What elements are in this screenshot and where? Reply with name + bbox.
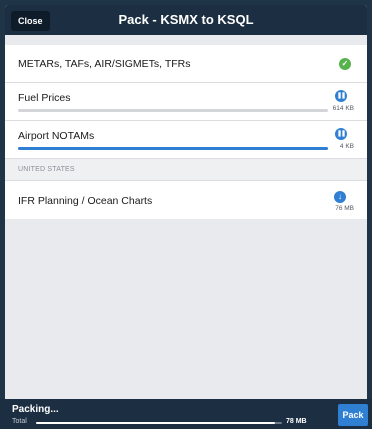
section-header-label: UNITED STATES: [18, 166, 75, 173]
file-size: 614 KB: [332, 105, 354, 112]
progress-track: [18, 147, 328, 150]
list-item-airport-notams[interactable]: Airport NOTAMs ❚❚ 4 KB: [5, 121, 367, 159]
total-size: 78 MB: [286, 418, 307, 425]
pack-panel: Close Pack - KSMX to KSQL METARs, TAFs, …: [5, 5, 367, 423]
total-progress-track: [36, 422, 282, 424]
section-header: UNITED STATES: [5, 159, 367, 181]
pause-icon[interactable]: ❚❚: [335, 128, 347, 140]
list-item-ifr-charts[interactable]: IFR Planning / Ocean Charts ↓ 76 MB: [5, 181, 367, 219]
download-icon[interactable]: ↓: [334, 191, 346, 203]
total-label: Total: [12, 418, 27, 425]
header-bar: Close Pack - KSMX to KSQL: [5, 5, 367, 35]
list-item-label: METARs, TAFs, AIR/SIGMETs, TFRs: [18, 58, 191, 70]
file-size: 4 KB: [339, 143, 354, 150]
progress-fill: [18, 147, 328, 150]
pack-button[interactable]: Pack: [338, 404, 368, 426]
packing-status: Packing...: [12, 404, 59, 415]
check-icon: ✓: [339, 58, 351, 70]
list-item-label: Fuel Prices: [18, 92, 71, 104]
list-item-weather[interactable]: METARs, TAFs, AIR/SIGMETs, TFRs ✓: [5, 45, 367, 83]
pack-list: METARs, TAFs, AIR/SIGMETs, TFRs ✓ Fuel P…: [5, 45, 367, 219]
list-item-label: IFR Planning / Ocean Charts: [18, 195, 153, 207]
progress-track: [18, 109, 328, 112]
list-item-fuel-prices[interactable]: Fuel Prices ❚❚ 614 KB: [5, 83, 367, 121]
list-item-label: Airport NOTAMs: [18, 130, 95, 142]
total-progress-fill: [36, 422, 275, 424]
file-size: 76 MB: [335, 205, 354, 212]
page-title: Pack - KSMX to KSQL: [118, 12, 254, 27]
pause-icon[interactable]: ❚❚: [335, 90, 347, 102]
footer-bar: Packing... Total 78 MB Pack: [0, 399, 372, 429]
